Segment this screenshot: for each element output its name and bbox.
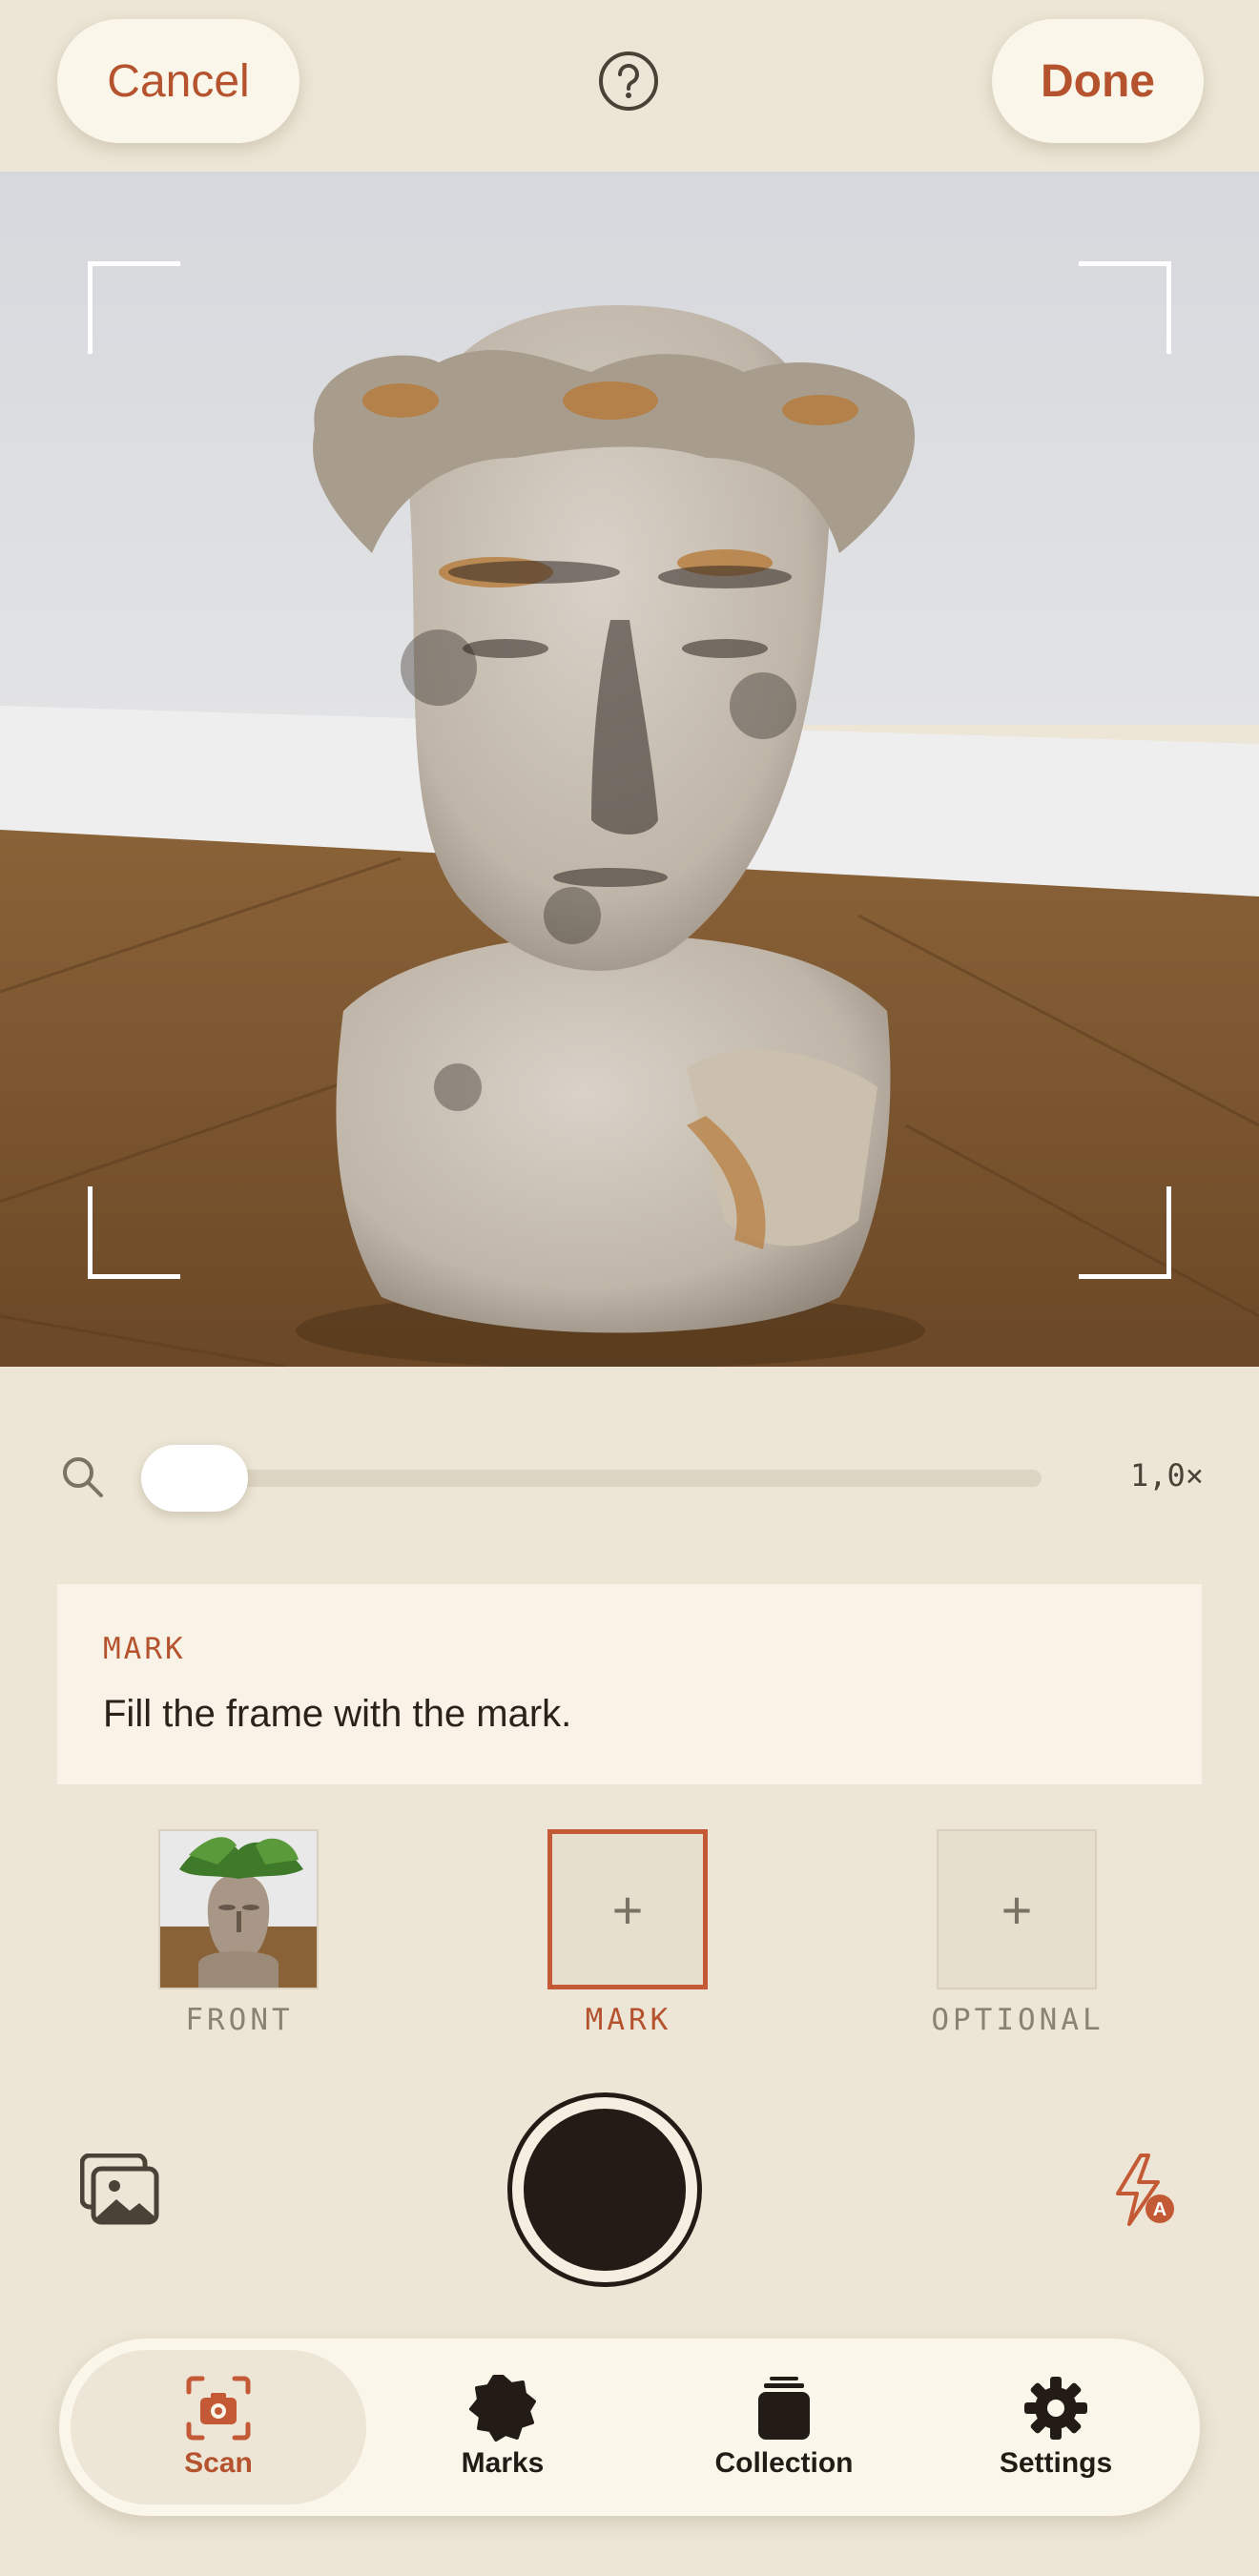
front-photo-image — [160, 1831, 317, 1988]
tab-collection-label: Collection — [714, 2447, 854, 2479]
cancel-button[interactable]: Cancel — [57, 19, 299, 143]
slot-label-optional: OPTIONAL — [931, 2003, 1104, 2037]
zoom-level-label: 1,0× — [1129, 1457, 1204, 1494]
optional-slot-frame[interactable]: + — [937, 1829, 1097, 1989]
badge-icon — [469, 2375, 536, 2442]
done-button[interactable]: Done — [992, 19, 1204, 143]
tab-settings[interactable]: Settings — [937, 2350, 1175, 2504]
shutter-button[interactable] — [507, 2092, 702, 2287]
bottom-tab-bar: Scan Marks Collection Settings — [59, 2339, 1200, 2516]
frame-corner-bottom-left — [88, 1186, 180, 1279]
tab-collection[interactable]: Collection — [650, 2350, 918, 2504]
photo-library-icon[interactable] — [80, 2154, 160, 2226]
zoom-control: 1,0× — [0, 1431, 1259, 1526]
tab-marks-label: Marks — [461, 2447, 545, 2479]
slot-label-front: FRONT — [185, 2003, 294, 2037]
camera-preview-image — [0, 172, 1259, 1367]
front-photo-thumbnail[interactable] — [158, 1829, 319, 1989]
plus-icon: + — [611, 1879, 644, 1940]
capture-slot-optional[interactable]: + OPTIONAL — [931, 1829, 1101, 2037]
capture-slot-mark[interactable]: + MARK — [547, 1829, 710, 2037]
question-circle-icon[interactable] — [597, 50, 660, 113]
gear-icon — [1024, 2377, 1087, 2440]
flash-auto-icon[interactable]: A — [1110, 2152, 1177, 2228]
svg-text:A: A — [1153, 2199, 1166, 2220]
zoom-slider-thumb[interactable] — [141, 1445, 248, 1512]
camera-viewfinder[interactable] — [0, 172, 1259, 1367]
tab-scan[interactable]: Scan — [71, 2350, 366, 2504]
slot-label-mark: MARK — [585, 2003, 672, 2037]
magnifier-icon — [63, 1457, 103, 1497]
tab-settings-label: Settings — [999, 2447, 1113, 2479]
tab-scan-label: Scan — [184, 2447, 253, 2479]
tab-marks[interactable]: Marks — [393, 2350, 612, 2504]
mark-slot-frame[interactable]: + — [547, 1829, 708, 1989]
frame-corner-bottom-right — [1079, 1186, 1171, 1279]
instruction-title: MARK — [103, 1632, 186, 1666]
top-bar: Cancel Done — [0, 0, 1259, 172]
shutter-button-inner — [524, 2109, 686, 2271]
capture-slot-front[interactable]: FRONT — [158, 1829, 320, 2037]
plus-icon: + — [1001, 1879, 1033, 1940]
frame-corner-top-left — [88, 261, 180, 354]
stack-icon — [758, 2377, 810, 2440]
zoom-slider-track[interactable] — [143, 1470, 1042, 1487]
instruction-text: Fill the frame with the mark. — [103, 1693, 572, 1735]
instruction-card: MARK Fill the frame with the mark. — [57, 1584, 1202, 1784]
camera-scan-icon — [186, 2376, 251, 2441]
frame-corner-top-right — [1079, 261, 1171, 354]
